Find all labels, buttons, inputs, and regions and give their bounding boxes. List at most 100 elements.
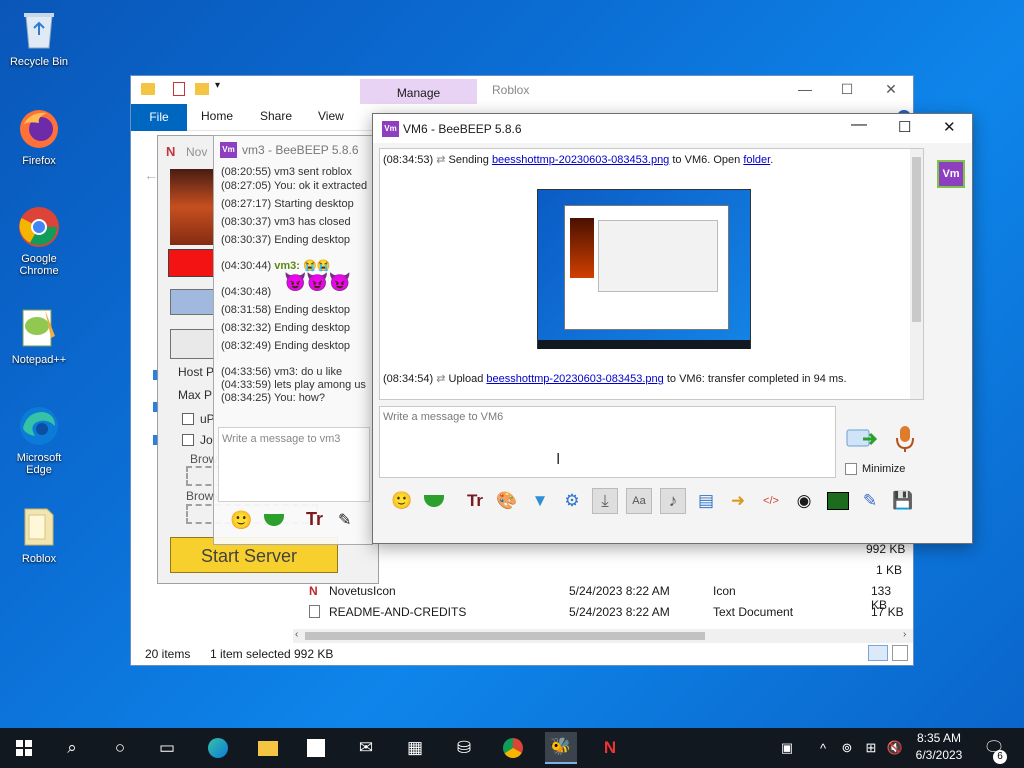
desktop-icon-chrome[interactable]: Google Chrome: [4, 205, 74, 277]
beebeep-taskbar-icon[interactable]: 🐝: [545, 732, 577, 764]
emoticon-icon[interactable]: 🙂: [389, 488, 415, 514]
volume-muted-icon[interactable]: 🔇: [879, 732, 911, 764]
save-chat-icon[interactable]: ⤓: [592, 488, 618, 514]
network-taskbar-icon[interactable]: ⛁: [448, 732, 480, 764]
vm6-titlebar: Vm VM6 - BeeBEEP 5.8.6 — ☐ ✕: [373, 114, 972, 143]
desktop-icon-label: Google Chrome: [19, 253, 59, 277]
tab-button[interactable]: [170, 289, 214, 315]
font-icon[interactable]: Tr: [306, 509, 323, 530]
properties-icon[interactable]: [173, 82, 185, 96]
file-row[interactable]: README-AND-CREDITS 5/24/2023 8:22 AM Tex…: [309, 602, 909, 622]
chat-message-sending: (08:34:53) ⇄ Sending beesshottmp-2023060…: [383, 154, 774, 166]
document-icon[interactable]: ▤: [693, 488, 719, 514]
chevron-down-icon[interactable]: ▾: [215, 80, 220, 91]
desktop-icon-label: Roblox: [21, 553, 57, 565]
minimize-button[interactable]: —: [795, 81, 815, 99]
join-checkbox[interactable]: [182, 434, 194, 446]
folder-link[interactable]: folder: [743, 154, 770, 166]
vm6-message-input[interactable]: Write a message to VM6: [379, 406, 836, 478]
notification-count-badge: 6: [993, 750, 1007, 764]
details-view-icon[interactable]: [868, 645, 888, 661]
beebeep-avatar-icon: Vm: [382, 121, 399, 137]
scrollbar-thumb[interactable]: [912, 157, 921, 322]
spellcheck-icon[interactable]: Aa: [626, 488, 652, 514]
file-size: 992 KB: [866, 542, 906, 556]
mail-taskbar-icon[interactable]: ✉: [350, 732, 382, 764]
navigation-pane: ←: [131, 132, 159, 642]
close-button[interactable]: ✕: [881, 81, 901, 99]
filter-icon[interactable]: ▼: [527, 488, 553, 514]
desktop-icon-recycle-bin[interactable]: Recycle Bin: [4, 8, 74, 68]
music-note-icon[interactable]: ♪: [660, 488, 686, 514]
new-folder-icon[interactable]: [195, 83, 209, 95]
screenshot-thumbnail[interactable]: [537, 189, 751, 349]
maximize-button[interactable]: ☐: [837, 81, 857, 99]
send-message-button[interactable]: [845, 426, 879, 452]
tab-home[interactable]: Home: [201, 109, 233, 123]
search-icon[interactable]: ⌕: [56, 732, 88, 764]
desktop-icon-notepadpp[interactable]: Notepad++: [4, 306, 74, 366]
desktop-icon-edge[interactable]: Microsoft Edge: [4, 404, 74, 476]
minimize-checkbox[interactable]: [845, 463, 857, 475]
chat-history: (08:34:53) ⇄ Sending beesshottmp-2023060…: [379, 148, 924, 400]
upnp-checkbox[interactable]: [182, 413, 194, 425]
back-arrow-icon[interactable]: ←: [144, 167, 158, 183]
file-link[interactable]: beesshottmp-20230603-083453.png: [486, 373, 663, 385]
send-file-icon[interactable]: [264, 514, 284, 526]
settings-gear-icon[interactable]: ⚙: [559, 488, 585, 514]
scroll-left-icon[interactable]: ‹: [295, 629, 298, 640]
vm3-message-input[interactable]: Write a message to vm3: [218, 427, 370, 502]
save-icon[interactable]: 💾: [890, 488, 916, 514]
desktop-icon-firefox[interactable]: Firefox: [4, 107, 74, 167]
large-icons-view-icon[interactable]: [892, 645, 908, 661]
chat-line: (04:30:48): [221, 286, 272, 298]
file-explorer-taskbar-icon[interactable]: [252, 732, 284, 764]
file-link[interactable]: beesshottmp-20230603-083453.png: [492, 154, 669, 166]
start-windows-icon[interactable]: [8, 732, 40, 764]
voice-message-button[interactable]: [893, 424, 917, 454]
send-file-icon[interactable]: [421, 488, 447, 514]
store-taskbar-icon[interactable]: [300, 732, 332, 764]
taskbar: ⌕ ○ ▭ ✉ ▦ ⛁ 🐝 N ▣ ^ ⊚ ⊞ 🔇 8:35 AM 6/3/20…: [0, 728, 1024, 768]
tab-share[interactable]: Share: [260, 109, 292, 123]
vertical-scrollbar[interactable]: [910, 149, 923, 399]
cortana-icon[interactable]: ○: [104, 732, 136, 764]
recycle-bin-icon: [17, 8, 61, 52]
folder-icon: [141, 83, 155, 95]
host-tab[interactable]: [170, 329, 218, 359]
novetus-taskbar-icon[interactable]: N: [594, 732, 626, 764]
clock[interactable]: 8:35 AM 6/3/2023: [908, 731, 970, 762]
task-view-icon[interactable]: ▭: [151, 732, 183, 764]
color-palette-icon[interactable]: 🎨: [494, 488, 520, 514]
chrome-taskbar-icon[interactable]: [497, 732, 529, 764]
control-panel-taskbar-icon[interactable]: ▦: [399, 732, 431, 764]
edge-icon: [17, 404, 61, 448]
screenshot-icon[interactable]: [825, 488, 851, 514]
scrollbar-thumb[interactable]: [305, 632, 705, 640]
desktop-icon-roblox-folder[interactable]: Roblox: [4, 505, 74, 565]
vm6-avatar[interactable]: Vm: [937, 160, 965, 188]
chat-line: (08:32:32) Ending desktop: [221, 322, 351, 334]
scroll-right-icon[interactable]: ›: [903, 629, 906, 640]
tab-view[interactable]: View: [318, 109, 344, 123]
maximize-button[interactable]: ☐: [898, 118, 911, 136]
tab-file[interactable]: File: [131, 104, 187, 131]
vm6-chat-window: Vm VM6 - BeeBEEP 5.8.6 — ☐ ✕ (08:34:53) …: [372, 113, 973, 544]
file-row[interactable]: N NovetusIcon 5/24/2023 8:22 AM Icon 133…: [309, 581, 909, 612]
font-icon[interactable]: Tr: [462, 488, 488, 514]
html-code-icon[interactable]: </>: [758, 488, 784, 514]
send-folder-icon[interactable]: ➜: [725, 488, 751, 514]
emoticon-icon[interactable]: 🙂: [230, 510, 252, 531]
edge-taskbar-icon[interactable]: [202, 732, 234, 764]
network-status-icon[interactable]: ▣: [771, 732, 803, 764]
vm3-chat-window: Vm vm3 - BeeBEEP 5.8.6 (08:20:55) vm3 se…: [213, 135, 373, 545]
chat-line: (08:31:58) Ending desktop: [221, 304, 351, 316]
close-button[interactable]: ✕: [943, 118, 956, 136]
chat-line: (08:27:05) You: ok it extracted: [221, 180, 368, 192]
notes-icon[interactable]: ✎: [857, 488, 883, 514]
file-transfer-icon: ⇄: [436, 373, 446, 385]
minimize-label: Minimize: [862, 463, 906, 475]
color-palette-icon[interactable]: ✎: [338, 510, 351, 530]
camera-icon[interactable]: ◉: [791, 488, 817, 514]
minimize-button[interactable]: —: [851, 116, 867, 134]
